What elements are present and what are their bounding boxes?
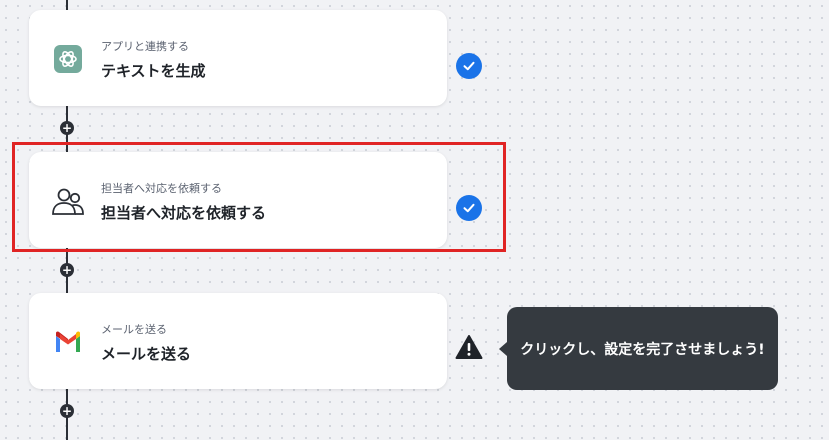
chatgpt-icon (51, 42, 85, 76)
flow-step-card-generate-text[interactable]: アプリと連携する テキストを生成 (29, 10, 447, 106)
tooltip-text: クリックし、設定を完了させましょう! (520, 341, 765, 358)
warning-icon (455, 334, 483, 360)
gmail-icon (51, 325, 85, 359)
flow-connector-top (66, 0, 68, 10)
add-step-button[interactable]: + (60, 121, 74, 135)
step-subtitle: メールを送る (101, 323, 167, 336)
add-step-button[interactable]: + (60, 263, 74, 277)
complete-check-icon (456, 53, 482, 79)
step-title: メールを送る (101, 345, 192, 363)
step-subtitle: アプリと連携する (101, 40, 189, 53)
flow-step-card-send-mail[interactable]: メールを送る メールを送る (29, 293, 447, 389)
setup-tooltip: クリックし、設定を完了させましょう! (499, 307, 778, 390)
add-step-button[interactable]: + (60, 404, 74, 418)
highlight-box (12, 142, 506, 252)
step-title: テキストを生成 (101, 62, 206, 80)
